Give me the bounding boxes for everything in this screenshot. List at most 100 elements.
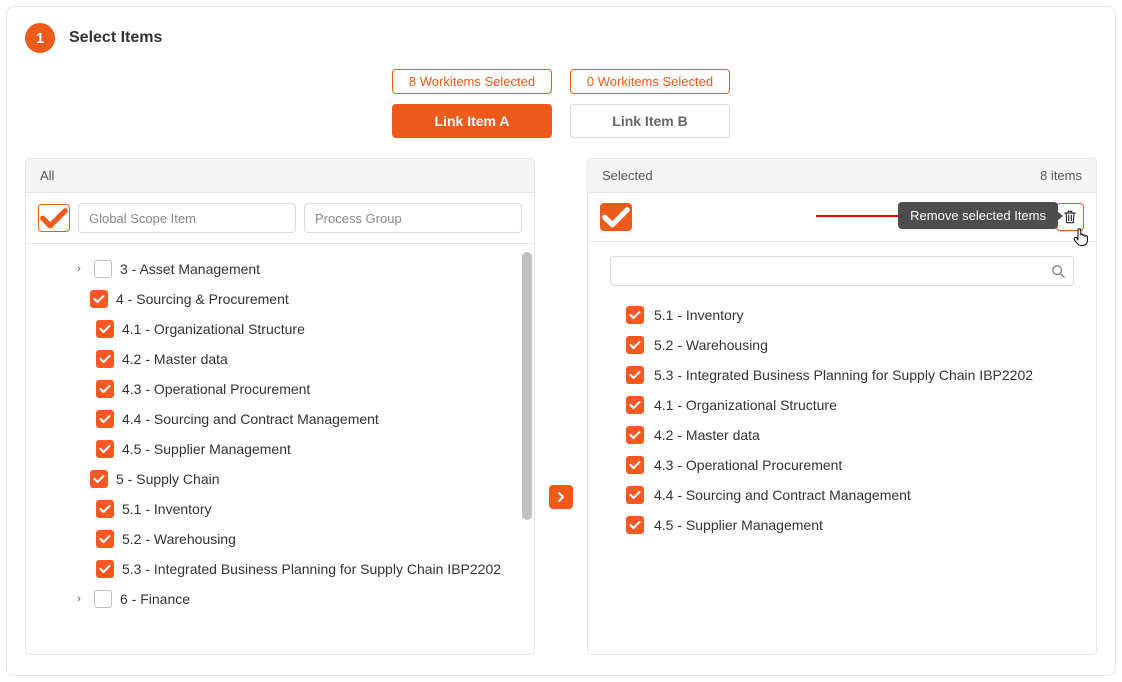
tree-item-label: 4.4 - Sourcing and Contract Management <box>122 411 379 427</box>
annotation-arrow <box>816 215 906 217</box>
list-item: 4.1 - Organizational Structure <box>626 390 1074 420</box>
transfer-right-button[interactable] <box>549 485 573 509</box>
tree-row: › 3 - Asset Management <box>34 254 526 284</box>
selected-item-label: 4.3 - Operational Procurement <box>654 457 842 473</box>
step-number-badge: 1 <box>25 23 55 53</box>
item-checkbox[interactable] <box>626 366 644 384</box>
left-panel-toolbar <box>26 193 534 244</box>
selected-item-label: 4.5 - Supplier Management <box>654 517 823 533</box>
tree-row: 4.5 - Supplier Management <box>34 434 526 464</box>
item-checkbox[interactable] <box>626 426 644 444</box>
list-item: 4.3 - Operational Procurement <box>626 450 1074 480</box>
chevron-right-icon[interactable]: › <box>72 263 86 275</box>
selected-item-label: 5.3 - Integrated Business Planning for S… <box>654 367 1033 383</box>
tree-row: 4.4 - Sourcing and Contract Management <box>34 404 526 434</box>
list-item: 5.1 - Inventory <box>626 300 1074 330</box>
right-select-all-toggle[interactable] <box>600 203 632 231</box>
right-panel-header: Selected 8 items <box>588 159 1096 193</box>
tree-item-label: 4.1 - Organizational Structure <box>122 321 305 337</box>
left-select-all-toggle[interactable] <box>38 204 70 232</box>
item-tree: › 3 - Asset Management 4 - Sourcing & Proc… <box>34 254 526 614</box>
list-item: 5.2 - Warehousing <box>626 330 1074 360</box>
selected-list: 5.1 - Inventory 5.2 - Warehousing 5.3 - In… <box>588 294 1096 550</box>
link-buttons-row: Link Item A Link Item B <box>25 104 1097 138</box>
item-checkbox[interactable] <box>96 350 114 368</box>
chevron-right-icon <box>556 492 566 502</box>
chevron-right-icon[interactable]: › <box>72 593 86 605</box>
tree-item-label: 5.2 - Warehousing <box>122 531 236 547</box>
item-checkbox[interactable] <box>90 290 108 308</box>
tree-row: 5.2 - Warehousing <box>34 524 526 554</box>
tree-row: 4.1 - Organizational Structure <box>34 314 526 344</box>
tree-item-label: 5.3 - Integrated Business Planning for S… <box>122 561 501 577</box>
item-checkbox[interactable] <box>90 470 108 488</box>
tree-item-label: 6 - Finance <box>120 591 190 607</box>
right-items-count: 8 items <box>1040 168 1082 183</box>
left-panel-header: All <box>26 159 534 193</box>
item-checkbox[interactable] <box>96 440 114 458</box>
list-item: 4.2 - Master data <box>626 420 1074 450</box>
process-group-filter[interactable] <box>304 203 522 233</box>
tree-item-label: 4.3 - Operational Procurement <box>122 381 310 397</box>
panels-container: All › 3 - Asset Management 4 - Sourcing & … <box>25 158 1097 655</box>
selection-badges-row: 8 Workitems Selected 0 Workitems Selecte… <box>25 69 1097 94</box>
all-items-panel: All › 3 - Asset Management 4 - Sourcing & … <box>25 158 535 655</box>
item-checkbox[interactable] <box>96 560 114 578</box>
scrollbar-thumb[interactable] <box>522 252 532 520</box>
tree-row: 5.1 - Inventory <box>34 494 526 524</box>
tree-item-label: 4 - Sourcing & Procurement <box>116 291 289 307</box>
tree-row: › 6 - Finance <box>34 584 526 614</box>
item-checkbox[interactable] <box>626 336 644 354</box>
remove-tooltip: Remove selected Items <box>898 202 1058 229</box>
tree-item-label: 5.1 - Inventory <box>122 501 212 517</box>
item-checkbox[interactable] <box>626 396 644 414</box>
item-checkbox[interactable] <box>626 456 644 474</box>
right-panel-toolbar: Remove selected Items <box>588 193 1096 242</box>
item-checkbox[interactable] <box>96 320 114 338</box>
list-item: 4.5 - Supplier Management <box>626 510 1074 540</box>
item-checkbox[interactable] <box>94 590 112 608</box>
left-scrollbar[interactable] <box>522 252 532 646</box>
tree-row: 4.3 - Operational Procurement <box>34 374 526 404</box>
item-checkbox[interactable] <box>626 486 644 504</box>
list-item: 4.4 - Sourcing and Contract Management <box>626 480 1074 510</box>
tree-item-label: 4.5 - Supplier Management <box>122 441 291 457</box>
search-icon <box>1051 264 1065 278</box>
global-scope-filter[interactable] <box>78 203 296 233</box>
tree-item-label: 4.2 - Master data <box>122 351 228 367</box>
right-panel-title: Selected <box>602 168 653 183</box>
item-checkbox[interactable] <box>96 410 114 428</box>
badge-workitems-a: 8 Workitems Selected <box>392 69 552 94</box>
tree-row: 4 - Sourcing & Procurement <box>34 284 526 314</box>
item-checkbox[interactable] <box>626 516 644 534</box>
tree-item-label: 3 - Asset Management <box>120 261 260 277</box>
selected-items-panel: Selected 8 items Remove selected Items <box>587 158 1097 655</box>
item-checkbox[interactable] <box>96 500 114 518</box>
select-items-card: 1 Select Items 8 Workitems Selected 0 Wo… <box>6 6 1116 676</box>
selected-search-wrap <box>588 242 1096 294</box>
item-checkbox[interactable] <box>96 530 114 548</box>
selected-item-label: 5.2 - Warehousing <box>654 337 768 353</box>
item-checkbox[interactable] <box>626 306 644 324</box>
list-item: 5.3 - Integrated Business Planning for S… <box>626 360 1074 390</box>
link-item-a-button[interactable]: Link Item A <box>392 104 552 138</box>
step-title: Select Items <box>69 29 162 47</box>
selected-item-label: 4.2 - Master data <box>654 427 760 443</box>
selected-item-label: 4.1 - Organizational Structure <box>654 397 837 413</box>
selected-item-label: 5.1 - Inventory <box>654 307 744 323</box>
item-checkbox[interactable] <box>94 260 112 278</box>
check-icon <box>601 206 631 229</box>
tree-row: 5.3 - Integrated Business Planning for S… <box>34 554 526 584</box>
link-item-b-button[interactable]: Link Item B <box>570 104 730 138</box>
tree-item-label: 5 - Supply Chain <box>116 471 220 487</box>
selected-search-box <box>610 256 1074 286</box>
tree-row: 5 - Supply Chain <box>34 464 526 494</box>
badge-workitems-b: 0 Workitems Selected <box>570 69 730 94</box>
step-header: 1 Select Items <box>25 23 1097 53</box>
left-panel-title: All <box>40 168 54 183</box>
check-icon <box>39 207 69 230</box>
item-checkbox[interactable] <box>96 380 114 398</box>
tree-row: 4.2 - Master data <box>34 344 526 374</box>
trash-icon <box>1063 210 1077 224</box>
selected-search-input[interactable] <box>619 257 1051 285</box>
